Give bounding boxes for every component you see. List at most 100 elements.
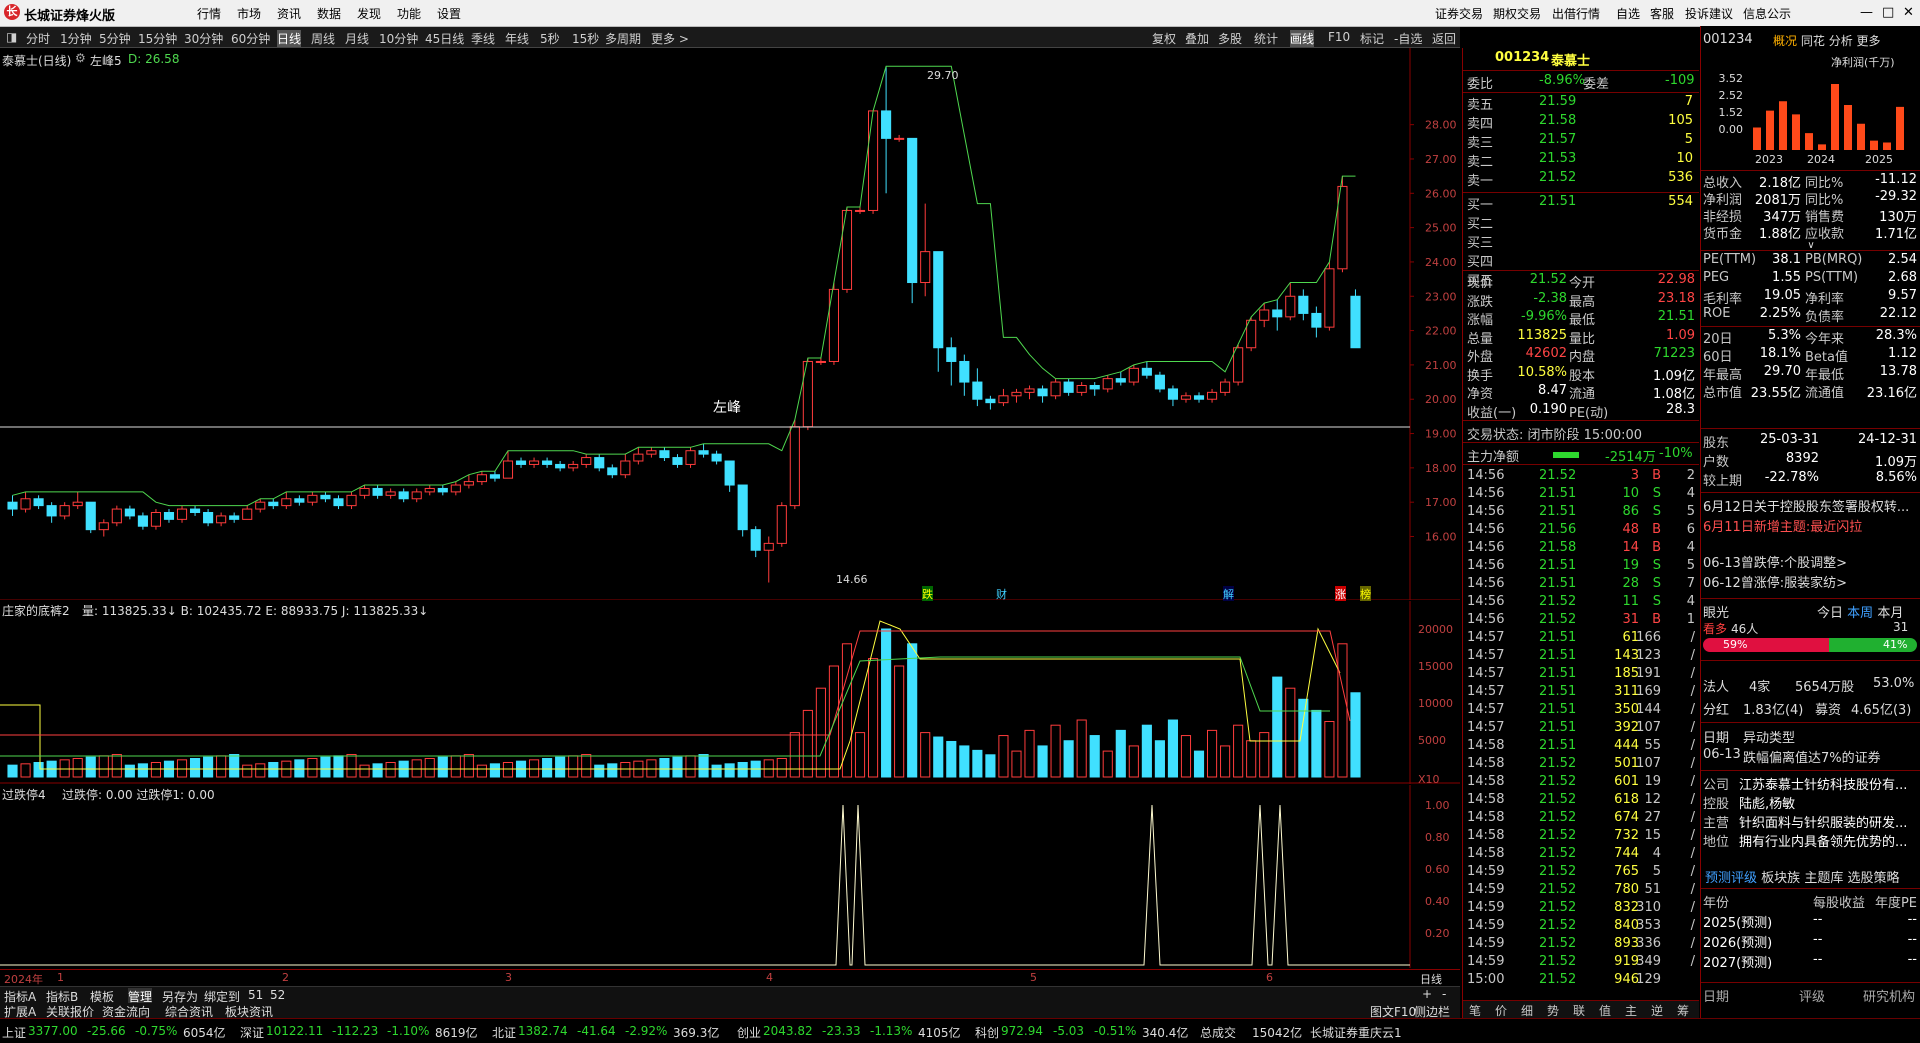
link-tab-theme[interactable]: 主题库 [1804,871,1843,886]
period-tab[interactable]: 年线 [505,30,529,47]
quote-detail-tab[interactable]: 筹 [1677,1002,1689,1019]
news-item[interactable]: 06-12曾涨停:服装家纺> [1703,572,1919,590]
volume-indicator-panel[interactable]: 20000 15000 10000 5000 X10 庄家的底裤2 量: 113825.… [0,601,1460,786]
period-tab[interactable]: 30分钟 [184,30,223,47]
period-tab[interactable]: 多周期 [605,30,641,47]
tool-f10[interactable]: F10 [1328,30,1350,44]
menu-item-settings[interactable]: 设置 [437,5,461,22]
tool-multi[interactable]: 多股 [1218,30,1242,47]
tool-draw[interactable]: 画线 [1290,30,1315,47]
link-tab-forecast[interactable]: 预测评级 [1705,871,1757,886]
period-tab[interactable]: 5分钟 [99,30,131,47]
fund-row: 毛利率 19.05 净利率 9.57 [1701,288,1920,307]
tick-volume: 732 [1614,828,1639,843]
news-item[interactable]: 6月11日新增主题:最近闪拉 [1703,516,1919,534]
link-tab-strategy[interactable]: 选股策略 [1847,871,1899,886]
period-tab-more[interactable]: 更多 > [651,30,689,47]
menu-item-lending[interactable]: 出借行情 [1552,5,1600,22]
candle-body [1272,309,1283,318]
eye-tab-month[interactable]: 本月 [1877,606,1903,621]
period-tab[interactable]: 45日线 [425,30,464,47]
broker-server[interactable]: 长城证券重庆云1 [1310,1024,1402,1041]
eye-tab-week[interactable]: 本周 [1847,606,1873,621]
tool-restore-rights[interactable]: 复权 [1152,30,1176,47]
period-tab[interactable]: 1分钟 [60,30,92,47]
period-tab[interactable]: 月线 [345,30,369,47]
event-tag[interactable]: 涨 [1335,586,1346,602]
tick-price: 21.51 [1539,576,1577,591]
period-tab[interactable]: 分时 [26,30,50,47]
sub2-label[interactable]: 过跌停4 [2,786,46,803]
menu-item-options[interactable]: 期权交易 [1493,5,1541,22]
event-tag[interactable]: 榜 [1360,586,1371,602]
menu-item-discover[interactable]: 发现 [357,5,381,22]
menu-item-quotes[interactable]: 行情 [197,5,221,22]
indicator-settings-icon[interactable]: ⚙ [75,51,86,65]
period-tab[interactable]: 15分钟 [138,30,177,47]
period-tab[interactable]: 5秒 [540,30,560,47]
zoom-out-icon[interactable]: - [1442,987,1446,1001]
menu-item-disclosure[interactable]: 信息公示 [1743,5,1791,22]
fund-tab-overview[interactable]: 概况 [1773,34,1797,48]
index-amount: 8619亿 [435,1026,478,1040]
news-item[interactable]: 6月12日关于控股股东签署股权转... [1703,496,1919,514]
quote-stat-row: 外盘 42602 内盘 71223 [1463,346,1699,365]
menu-item-watchlist[interactable]: 自选 [1616,5,1640,22]
tick-flag: S [1652,576,1661,591]
event-tag[interactable]: 财 [996,586,1007,602]
volume-bar [737,761,748,778]
quote-detail-tab[interactable]: 值 [1599,1002,1611,1019]
menu-item-function[interactable]: 功能 [397,5,421,22]
event-tag[interactable]: 解 [1223,586,1234,602]
quote-detail-tab[interactable]: 笔 [1469,1002,1481,1019]
menu-item-news[interactable]: 资讯 [277,5,301,22]
sub1-label[interactable]: 庄家的底裤2 [2,602,70,619]
zoom-in-icon[interactable]: + [1422,987,1432,1001]
indicator-name[interactable]: 左峰5 [90,52,122,69]
menu-item-service[interactable]: 客服 [1650,5,1674,22]
menu-item-data[interactable]: 数据 [317,5,341,22]
candle-body [1324,268,1335,328]
news-item[interactable]: 06-13曾跌停:个股调整> [1703,552,1919,570]
period-tab-daily[interactable]: 日线 [277,30,302,47]
period-tab[interactable]: 15秒 [572,30,599,47]
fund-tab-peers[interactable]: 同花 [1801,34,1825,48]
minimize-icon[interactable]: — [1860,5,1873,20]
quote-detail-tab[interactable]: 联 [1573,1002,1585,1019]
volume-chart-svg[interactable]: 20000 15000 10000 5000 X10 [0,601,1460,786]
eye-tab-today[interactable]: 今日 [1817,606,1843,621]
quote-detail-tab[interactable]: 细 [1521,1002,1533,1019]
tool-overlay[interactable]: 叠加 [1185,30,1209,47]
tool-mark[interactable]: 标记 [1360,30,1384,47]
quote-detail-tab[interactable]: 主 [1625,1002,1637,1019]
link-tab-sector[interactable]: 板块族 [1761,871,1800,886]
kline-chart-svg[interactable]: 28.00 27.00 26.00 25.00 24.00 23.00 22.00 21.00… [0,48,1460,601]
kline-chart-area[interactable]: 28.00 27.00 26.00 25.00 24.00 23.00 22.00 21.00… [0,48,1460,602]
fund-tab-more[interactable]: 更多 [1857,34,1881,48]
quote-detail-tab[interactable]: 势 [1547,1002,1559,1019]
fund-tab-analysis[interactable]: 分析 [1829,34,1853,48]
menu-item-trade[interactable]: 证券交易 [1435,5,1483,22]
period-tab[interactable]: 60分钟 [231,30,270,47]
tool-stats[interactable]: 统计 [1254,30,1278,47]
limit-down-indicator-panel[interactable]: 1.00 0.80 0.60 0.40 0.20 过跌停4 过跌停: 0.00 过跌停1… [0,785,1460,968]
quote-detail-tab[interactable]: 逆 [1651,1002,1663,1019]
menu-item-market[interactable]: 市场 [237,5,261,22]
forecast-row: 2027(预测) -- -- [1701,952,1920,971]
tool-back[interactable]: 返回 [1432,30,1456,47]
period-tab[interactable]: 10分钟 [379,30,418,47]
period-tab[interactable]: 周线 [311,30,335,47]
weicha-label: 委差 [1583,77,1610,92]
close-icon[interactable]: ✕ [1903,5,1914,20]
menu-item-complaint[interactable]: 投诉建议 [1685,5,1733,22]
limit-down-chart-svg[interactable]: 1.00 0.80 0.60 0.40 0.20 [0,785,1460,968]
tab-52[interactable]: 52 [270,988,285,1002]
event-tag[interactable]: 跌 [922,586,933,602]
tab-51[interactable]: 51 [248,988,263,1002]
period-tab[interactable]: 季线 [471,30,495,47]
tool-remove-watch[interactable]: -自选 [1394,30,1422,47]
sidebar-toggle-icon[interactable]: ◨ [6,30,17,44]
quote-detail-tab[interactable]: 价 [1495,1002,1507,1019]
maximize-icon[interactable]: □ [1882,5,1894,20]
index-name: 深证 [240,1026,265,1040]
